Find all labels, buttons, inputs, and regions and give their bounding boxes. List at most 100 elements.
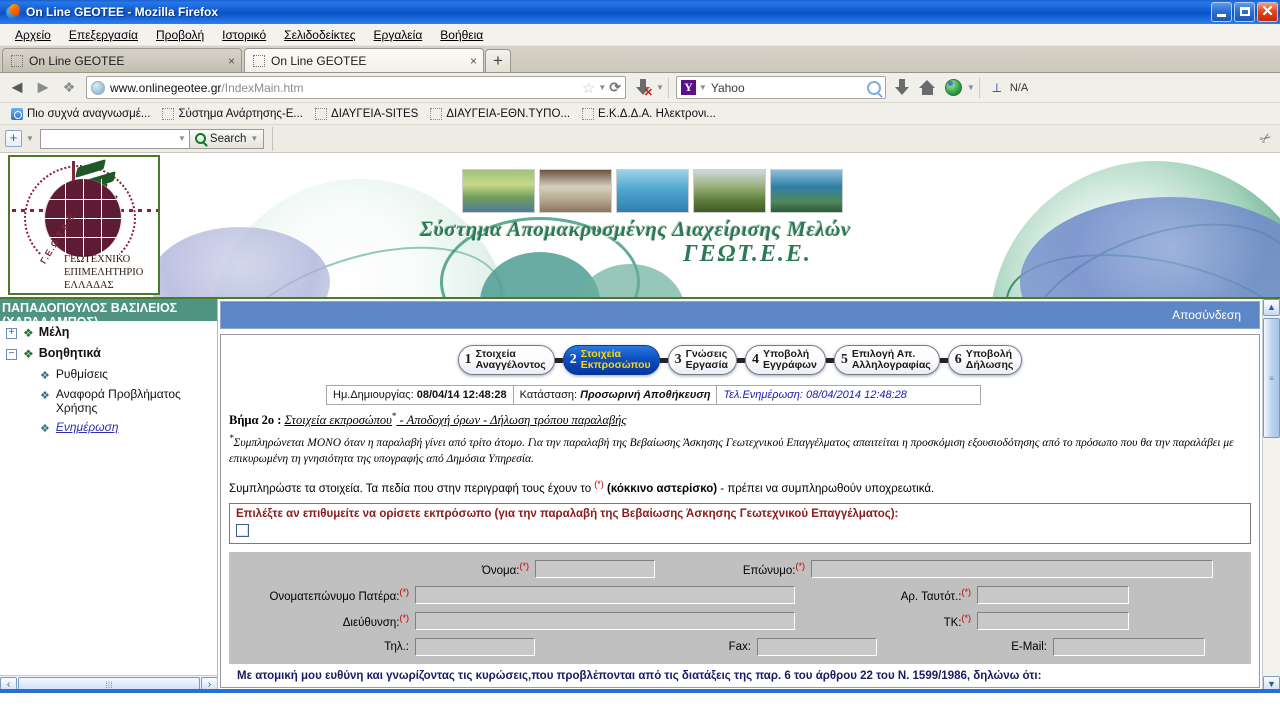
wizard-step-2[interactable]: 2 Στοιχεία Εκπροσώπου (562, 345, 660, 375)
new-tab-button[interactable]: + (485, 49, 511, 72)
updated-cell: Τελ.Ενημέρωση: 08/04/2014 12:48:28 (716, 386, 912, 404)
menu-item-history[interactable]: Ιστορικό (213, 26, 275, 44)
tab-label: On Line GEOTEE (271, 53, 367, 68)
menu-item-view[interactable]: Προβολή (147, 26, 213, 44)
input-til[interactable] (415, 637, 535, 656)
menu-item-help[interactable]: Βοήθεια (431, 26, 492, 44)
extension-chevron-icon[interactable]: ▼ (967, 83, 975, 92)
wizard-step-4[interactable]: 4 Υποβολή Εγγράφων (744, 345, 826, 375)
reload-icon[interactable]: ⟳ (609, 79, 621, 96)
step-heading-link[interactable]: Στοιχεία εκπροσώπου (285, 413, 392, 427)
downloads-button[interactable] (889, 76, 915, 100)
step-number: 6 (954, 352, 962, 367)
bookmark-label: Πιο συχνά αναγνωσμέ... (27, 107, 151, 120)
back-button[interactable]: ◄ (4, 76, 30, 100)
sidebar-item-label: Βοηθητικά (38, 346, 101, 360)
wizard-step-6[interactable]: 6 Υποβολή Δήλωσης (947, 345, 1023, 375)
logout-link[interactable]: Αποσύνδεση (1172, 308, 1241, 322)
menu-item-file[interactable]: Αρχείο (6, 26, 60, 44)
wizard-step-3[interactable]: 3 Γνώσεις Εργασία (667, 345, 737, 375)
step-label: Γνώσεις Εργασία (685, 348, 728, 371)
browser-tab-2[interactable]: On Line GEOTEE × (244, 48, 484, 72)
collapse-minus-icon[interactable]: − (6, 349, 17, 360)
download-blocked-button[interactable]: ✕ (630, 76, 656, 100)
search-input[interactable]: Yahoo (711, 81, 745, 95)
back-arrow-icon: ◄ (8, 77, 26, 97)
input-onomateponymo-patera[interactable] (415, 585, 795, 604)
step-label: Επιλογή Απ. Αλληλογραφίας (851, 348, 931, 371)
forward-button[interactable]: ► (30, 76, 56, 100)
sidebar-item-label[interactable]: Ενημέρωση (56, 420, 119, 434)
representative-form: Όνομα:(*) Επώνυμο:(*) Ονοματεπώνυμο Πατέ… (229, 551, 1251, 664)
bookmark-label: Ε.Κ.Δ.Δ.Α. Ηλεκτρονι... (598, 107, 716, 120)
home-button[interactable] (915, 76, 941, 100)
sidebar-item-anafora-provlimatos[interactable]: ❖ Αναφορά Προβλήματος Χρήσης (40, 387, 217, 415)
sidebar-item-voithitika[interactable]: − ❖ Βοηθητικά (6, 346, 217, 361)
input-dieythynsi[interactable] (415, 611, 795, 630)
bookmark-favicon-icon (582, 107, 595, 120)
bookmark-item-2[interactable]: Σύστημα Ανάρτησης-Ε... (157, 107, 308, 121)
search-bar[interactable]: Y ▼ Yahoo (675, 76, 886, 99)
window-controls: ✕ (1211, 2, 1278, 22)
menu-item-tools[interactable]: Εργαλεία (365, 26, 432, 44)
bookmark-item-most-visited[interactable]: Πιο συχνά αναγνωσμέ... (6, 107, 155, 121)
toolbar-search-button[interactable]: Search ▼ (189, 128, 265, 149)
instructions-asterisk-icon: (*) (594, 478, 604, 489)
sidebar-item-rythmiseis[interactable]: ❖ Ρυθμίσεις (40, 367, 217, 382)
chevron-down-icon[interactable]: ▼ (598, 83, 606, 92)
browser-tab-1[interactable]: On Line GEOTEE × (2, 48, 242, 72)
search-engine-chevron-icon[interactable]: ▼ (699, 83, 707, 92)
add-button[interactable]: + (5, 130, 22, 147)
search-chevron-icon[interactable]: ▼ (250, 134, 258, 143)
bookmark-item-3[interactable]: ΔΙΑΥΓΕΙΑ-SITES (310, 107, 423, 121)
search-magnifier-icon[interactable] (866, 80, 881, 95)
url-bar[interactable]: www.onlinegeotee.gr/IndexMain.htm ☆ ▼ ⟳ (86, 76, 626, 99)
browser-extension-button[interactable] (941, 76, 967, 100)
tab-close-icon[interactable]: × (464, 54, 477, 68)
footnote-text: Συμπληρώνεται ΜΟΝΟ όταν η παραλαβή γίνει… (229, 436, 1234, 465)
input-onoma[interactable] (535, 559, 655, 578)
representative-checkbox[interactable] (236, 523, 249, 537)
sidebar-item-enimerosi[interactable]: ❖ Ενημέρωση (40, 420, 217, 435)
input-tk[interactable] (977, 611, 1129, 630)
page-vertical-scrollbar[interactable]: ▲ ≡ ▼ (1262, 299, 1280, 693)
expand-plus-icon[interactable]: + (6, 328, 17, 339)
wizard-step-1[interactable]: 1 Στοιχεία Αναγγέλοντος (457, 345, 555, 375)
menu-item-bookmarks[interactable]: Σελιδοδείκτες (275, 26, 364, 44)
menu-item-edit[interactable]: Επεξεργασία (60, 26, 147, 44)
bookmark-star-icon[interactable]: ☆ (582, 79, 595, 97)
step-connector (736, 357, 745, 363)
maximize-button[interactable] (1234, 2, 1255, 22)
input-eponymo[interactable] (811, 559, 1213, 578)
bookmark-item-4[interactable]: ΔΙΑΥΓΕΙΑ-ΕΘΝ.ΤΥΠΟ... (425, 107, 575, 121)
toolbar-search-input[interactable]: ▼ (39, 128, 190, 149)
input-ar-taftot[interactable] (977, 585, 1129, 604)
customize-wrench-icon[interactable]: ✂ (1256, 128, 1275, 149)
wizard-steps: 1 Στοιχεία Αναγγέλοντος 2 Στοιχεία Εκπροσώ… (221, 335, 1259, 375)
scroll-up-button[interactable]: ▲ (1263, 299, 1280, 316)
instructions-text: Συμπληρώστε τα στοιχεία. Τα πεδία που στ… (229, 479, 1251, 495)
label-eponymo: Επώνυμο:(*) (742, 560, 805, 577)
addon-icon[interactable]: ❖ (56, 76, 82, 100)
close-button[interactable]: ✕ (1257, 2, 1278, 22)
content-body: Βήμα 2ο : Στοιχεία εκπροσώπου* - Αποδοχή… (229, 411, 1251, 682)
minimize-button[interactable] (1211, 2, 1232, 22)
input-email[interactable] (1053, 637, 1205, 656)
representative-label: Επιλέξτε αν επιθυμείτε να ορίσετε εκπρόσ… (236, 507, 899, 520)
form-row-2: Ονοματεπώνυμο Πατέρα:(*) Αρ. Ταυτότ.:(*) (239, 585, 1241, 604)
input-chevron-icon[interactable]: ▼ (178, 134, 186, 143)
add-chevron-icon[interactable]: ▼ (26, 134, 34, 143)
network-graph-button[interactable]: ⟂ (984, 76, 1010, 100)
tab-close-icon[interactable]: × (222, 54, 235, 68)
banner-photo-strip (462, 169, 843, 213)
scroll-thumb[interactable]: ≡ (1263, 318, 1280, 438)
download-dropdown-icon[interactable]: ▼ (656, 83, 664, 92)
sidebar-item-meli[interactable]: + ❖ Μέλη (6, 325, 217, 340)
wizard-step-5[interactable]: 5 Επιλογή Απ. Αλληλογραφίας (833, 345, 940, 375)
instructions-part1: Συμπληρώστε τα στοιχεία. Τα πεδία που στ… (229, 482, 595, 495)
tab-label: On Line GEOTEE (29, 53, 125, 68)
step-number: 1 (464, 352, 472, 367)
bookmark-item-5[interactable]: Ε.Κ.Δ.Δ.Α. Ηλεκτρονι... (577, 107, 721, 121)
input-fax[interactable] (757, 637, 877, 656)
status-label: Κατάσταση: (519, 389, 578, 401)
